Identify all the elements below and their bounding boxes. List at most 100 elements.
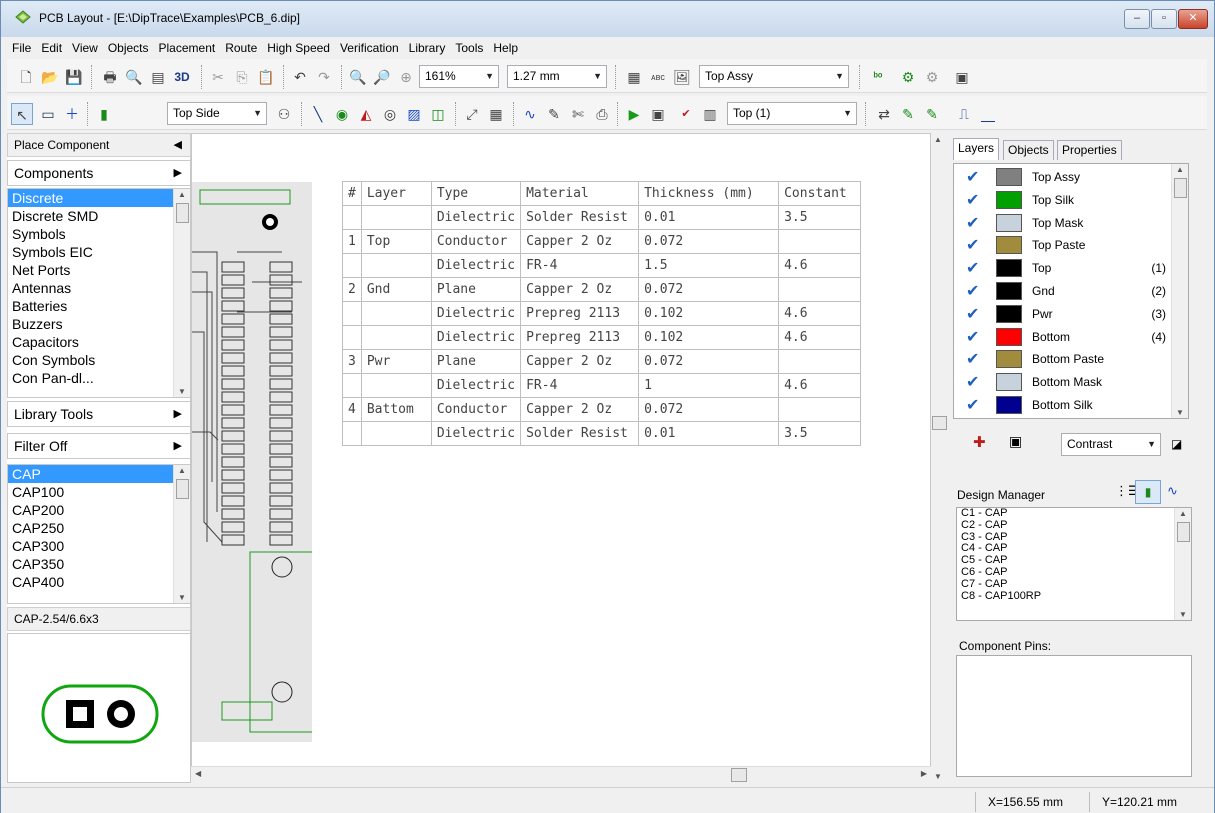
print-preview-icon[interactable]: 🔍 bbox=[123, 66, 145, 88]
library-list-item[interactable]: Symbols EIC bbox=[8, 243, 173, 261]
maximize-button[interactable]: ▫ bbox=[1151, 9, 1177, 29]
design-manager-item[interactable]: C7 - CAP bbox=[957, 578, 1191, 591]
unroute-icon[interactable]: ✄ bbox=[567, 103, 589, 125]
parts-list[interactable]: CAP CAP100 CAP200 CAP250 CAP300 CAP350 CAP400 … bbox=[7, 464, 191, 604]
board-outline-icon[interactable]: ◫ bbox=[427, 103, 449, 125]
checkmark-icon[interactable]: ✔ bbox=[966, 281, 979, 301]
layer-row[interactable]: ✔ Top Mask bbox=[954, 212, 1174, 234]
document-icon[interactable]: ▤ bbox=[147, 66, 169, 88]
zoom-in-icon[interactable]: 🔍 bbox=[347, 66, 369, 88]
scroll-down-icon[interactable]: ▼ bbox=[1175, 610, 1191, 619]
run-autorouter-icon[interactable]: ▶ bbox=[623, 103, 645, 125]
layer-color-swatch[interactable] bbox=[996, 213, 1022, 232]
menu-view[interactable]: View bbox=[67, 39, 103, 57]
layer-color-swatch[interactable] bbox=[996, 327, 1022, 346]
open-folder-icon[interactable]: 📂 bbox=[39, 66, 61, 88]
layer-row[interactable]: ✔ Top Silk bbox=[954, 189, 1174, 211]
menu-placement[interactable]: Placement bbox=[154, 39, 221, 57]
nets-mode-icon[interactable]: ∿ bbox=[1167, 483, 1178, 499]
menu-objects[interactable]: Objects bbox=[103, 39, 154, 57]
via-icon[interactable]: ◉ bbox=[331, 103, 353, 125]
design-manager-list[interactable]: C1 - CAP C2 - CAP C3 - CAP C4 - CAP C5 - CAP… bbox=[956, 507, 1192, 621]
layer-color-swatch[interactable] bbox=[996, 304, 1022, 323]
part-list-item[interactable]: CAP250 bbox=[8, 519, 173, 537]
place-component-header[interactable]: Place Component ◀ bbox=[7, 133, 191, 157]
undo-icon[interactable]: ↶ bbox=[289, 66, 311, 88]
autorouter-setup-icon[interactable]: ▣ bbox=[647, 103, 669, 125]
library-list-item[interactable]: Antennas bbox=[8, 279, 173, 297]
components-mode-icon[interactable]: ▮ bbox=[1135, 480, 1161, 504]
menu-edit[interactable]: Edit bbox=[36, 39, 67, 57]
checkmark-icon[interactable]: ✔ bbox=[966, 235, 979, 255]
edit-trace-2-icon[interactable]: ✎ bbox=[921, 103, 943, 125]
checkmark-icon[interactable]: ✔ bbox=[966, 349, 979, 369]
scroll-thumb[interactable] bbox=[1174, 178, 1187, 198]
design-manager-item[interactable]: C8 - CAP100RP bbox=[957, 590, 1191, 603]
bom-icon[interactable]: ᵇᵒ bbox=[867, 66, 889, 88]
checkmark-icon[interactable]: ✔ bbox=[966, 304, 979, 324]
parts-list-scrollbar[interactable]: ▲ ▼ bbox=[173, 465, 190, 603]
copy-icon[interactable]: ⎘ bbox=[231, 66, 253, 88]
save-icon[interactable]: 💾 bbox=[63, 66, 85, 88]
place-component-icon[interactable]: ▮ bbox=[93, 103, 115, 125]
route-setup-icon[interactable]: ⎙ bbox=[591, 103, 613, 125]
library-list-scrollbar[interactable]: ▲ ▼ bbox=[173, 189, 190, 397]
layer-row[interactable]: ✔ Bottom Silk bbox=[954, 394, 1174, 416]
library-list-item[interactable]: Con Symbols bbox=[8, 351, 173, 369]
part-list-item[interactable]: CAP200 bbox=[8, 501, 173, 519]
design-manager-item[interactable]: C6 - CAP bbox=[957, 566, 1191, 579]
route-icon[interactable]: ∿ bbox=[519, 103, 541, 125]
pcb-canvas[interactable]: # Layer Type Material Thickness (mm) Constant… bbox=[191, 133, 931, 783]
checkmark-icon[interactable]: ✔ bbox=[966, 213, 979, 233]
layer-color-swatch[interactable] bbox=[996, 236, 1022, 255]
part-list-item[interactable]: CAP300 bbox=[8, 537, 173, 555]
board-side-combo[interactable]: Top Side ▼ bbox=[167, 102, 267, 125]
layer-color-swatch[interactable] bbox=[996, 259, 1022, 278]
paste-icon[interactable]: 📋 bbox=[255, 66, 277, 88]
part-list-item[interactable]: CAP bbox=[8, 465, 173, 483]
checkmark-icon[interactable]: ✔ bbox=[966, 327, 979, 347]
canvas-horizontal-scrollbar[interactable]: ◀ ▶ bbox=[191, 766, 931, 783]
route-trace-icon[interactable]: ╲ bbox=[307, 103, 329, 125]
layer-row[interactable]: ✔ Top Assy bbox=[954, 166, 1174, 188]
edit-trace-icon[interactable]: ✎ bbox=[897, 103, 919, 125]
library-list[interactable]: Discrete Discrete SMD Symbols Symbols EIC Ne… bbox=[7, 188, 191, 398]
library-list-item[interactable]: Discrete bbox=[8, 189, 173, 207]
new-file-icon[interactable]: 🗋 bbox=[15, 66, 37, 88]
pulse-icon[interactable]: ⎍ bbox=[953, 103, 975, 125]
layer-row[interactable]: ✔ Gnd (2) bbox=[954, 280, 1174, 302]
scroll-down-icon[interactable]: ▼ bbox=[174, 593, 190, 602]
tab-layers[interactable]: Layers bbox=[953, 138, 1000, 160]
menu-file[interactable]: File bbox=[7, 39, 36, 57]
scroll-right-icon[interactable]: ▶ bbox=[921, 769, 927, 778]
menu-tools[interactable]: Tools bbox=[450, 39, 488, 57]
layer-row[interactable]: ✔ Pwr (3) bbox=[954, 303, 1174, 325]
layer-row[interactable]: ✔ Bottom (4) bbox=[954, 326, 1174, 348]
menu-library[interactable]: Library bbox=[404, 39, 451, 57]
menu-route[interactable]: Route bbox=[220, 39, 262, 57]
dimension-icon[interactable]: ⤢ bbox=[461, 103, 483, 125]
layer-color-swatch[interactable] bbox=[996, 168, 1022, 186]
scroll-thumb[interactable] bbox=[1177, 522, 1190, 542]
image-icon[interactable]: 🖼 bbox=[671, 66, 693, 88]
library-list-item[interactable]: Con Pan-dl... bbox=[8, 369, 173, 387]
library-list-item[interactable]: Net Ports bbox=[8, 261, 173, 279]
scroll-left-icon[interactable]: ◀ bbox=[195, 769, 201, 778]
checkmark-icon[interactable]: ✔ bbox=[966, 372, 979, 392]
canvas-vertical-scrollbar[interactable]: ▲ ▼ bbox=[931, 133, 948, 783]
scroll-thumb[interactable] bbox=[176, 479, 189, 499]
panning-icon[interactable]: ▭ bbox=[37, 103, 59, 125]
scroll-up-icon[interactable]: ▲ bbox=[1175, 509, 1191, 518]
redo-icon[interactable]: ↷ bbox=[313, 66, 335, 88]
scroll-down-icon[interactable]: ▼ bbox=[174, 387, 190, 396]
pointer-icon[interactable]: ↖ bbox=[11, 103, 33, 125]
menu-help[interactable]: Help bbox=[488, 39, 523, 57]
crosshair-icon[interactable]: ＋ bbox=[61, 103, 83, 125]
print-icon[interactable]: 🖶 bbox=[99, 66, 121, 88]
drc-setup-icon[interactable]: ▥ bbox=[699, 103, 721, 125]
layers-list-scrollbar[interactable]: ▲ ▼ bbox=[1171, 164, 1188, 418]
checkmark-icon[interactable]: ✔ bbox=[966, 258, 979, 278]
grid-size-combo[interactable]: 1.27 mm ▼ bbox=[507, 65, 607, 88]
scroll-thumb[interactable] bbox=[731, 768, 747, 782]
tab-objects[interactable]: Objects bbox=[1003, 140, 1054, 160]
